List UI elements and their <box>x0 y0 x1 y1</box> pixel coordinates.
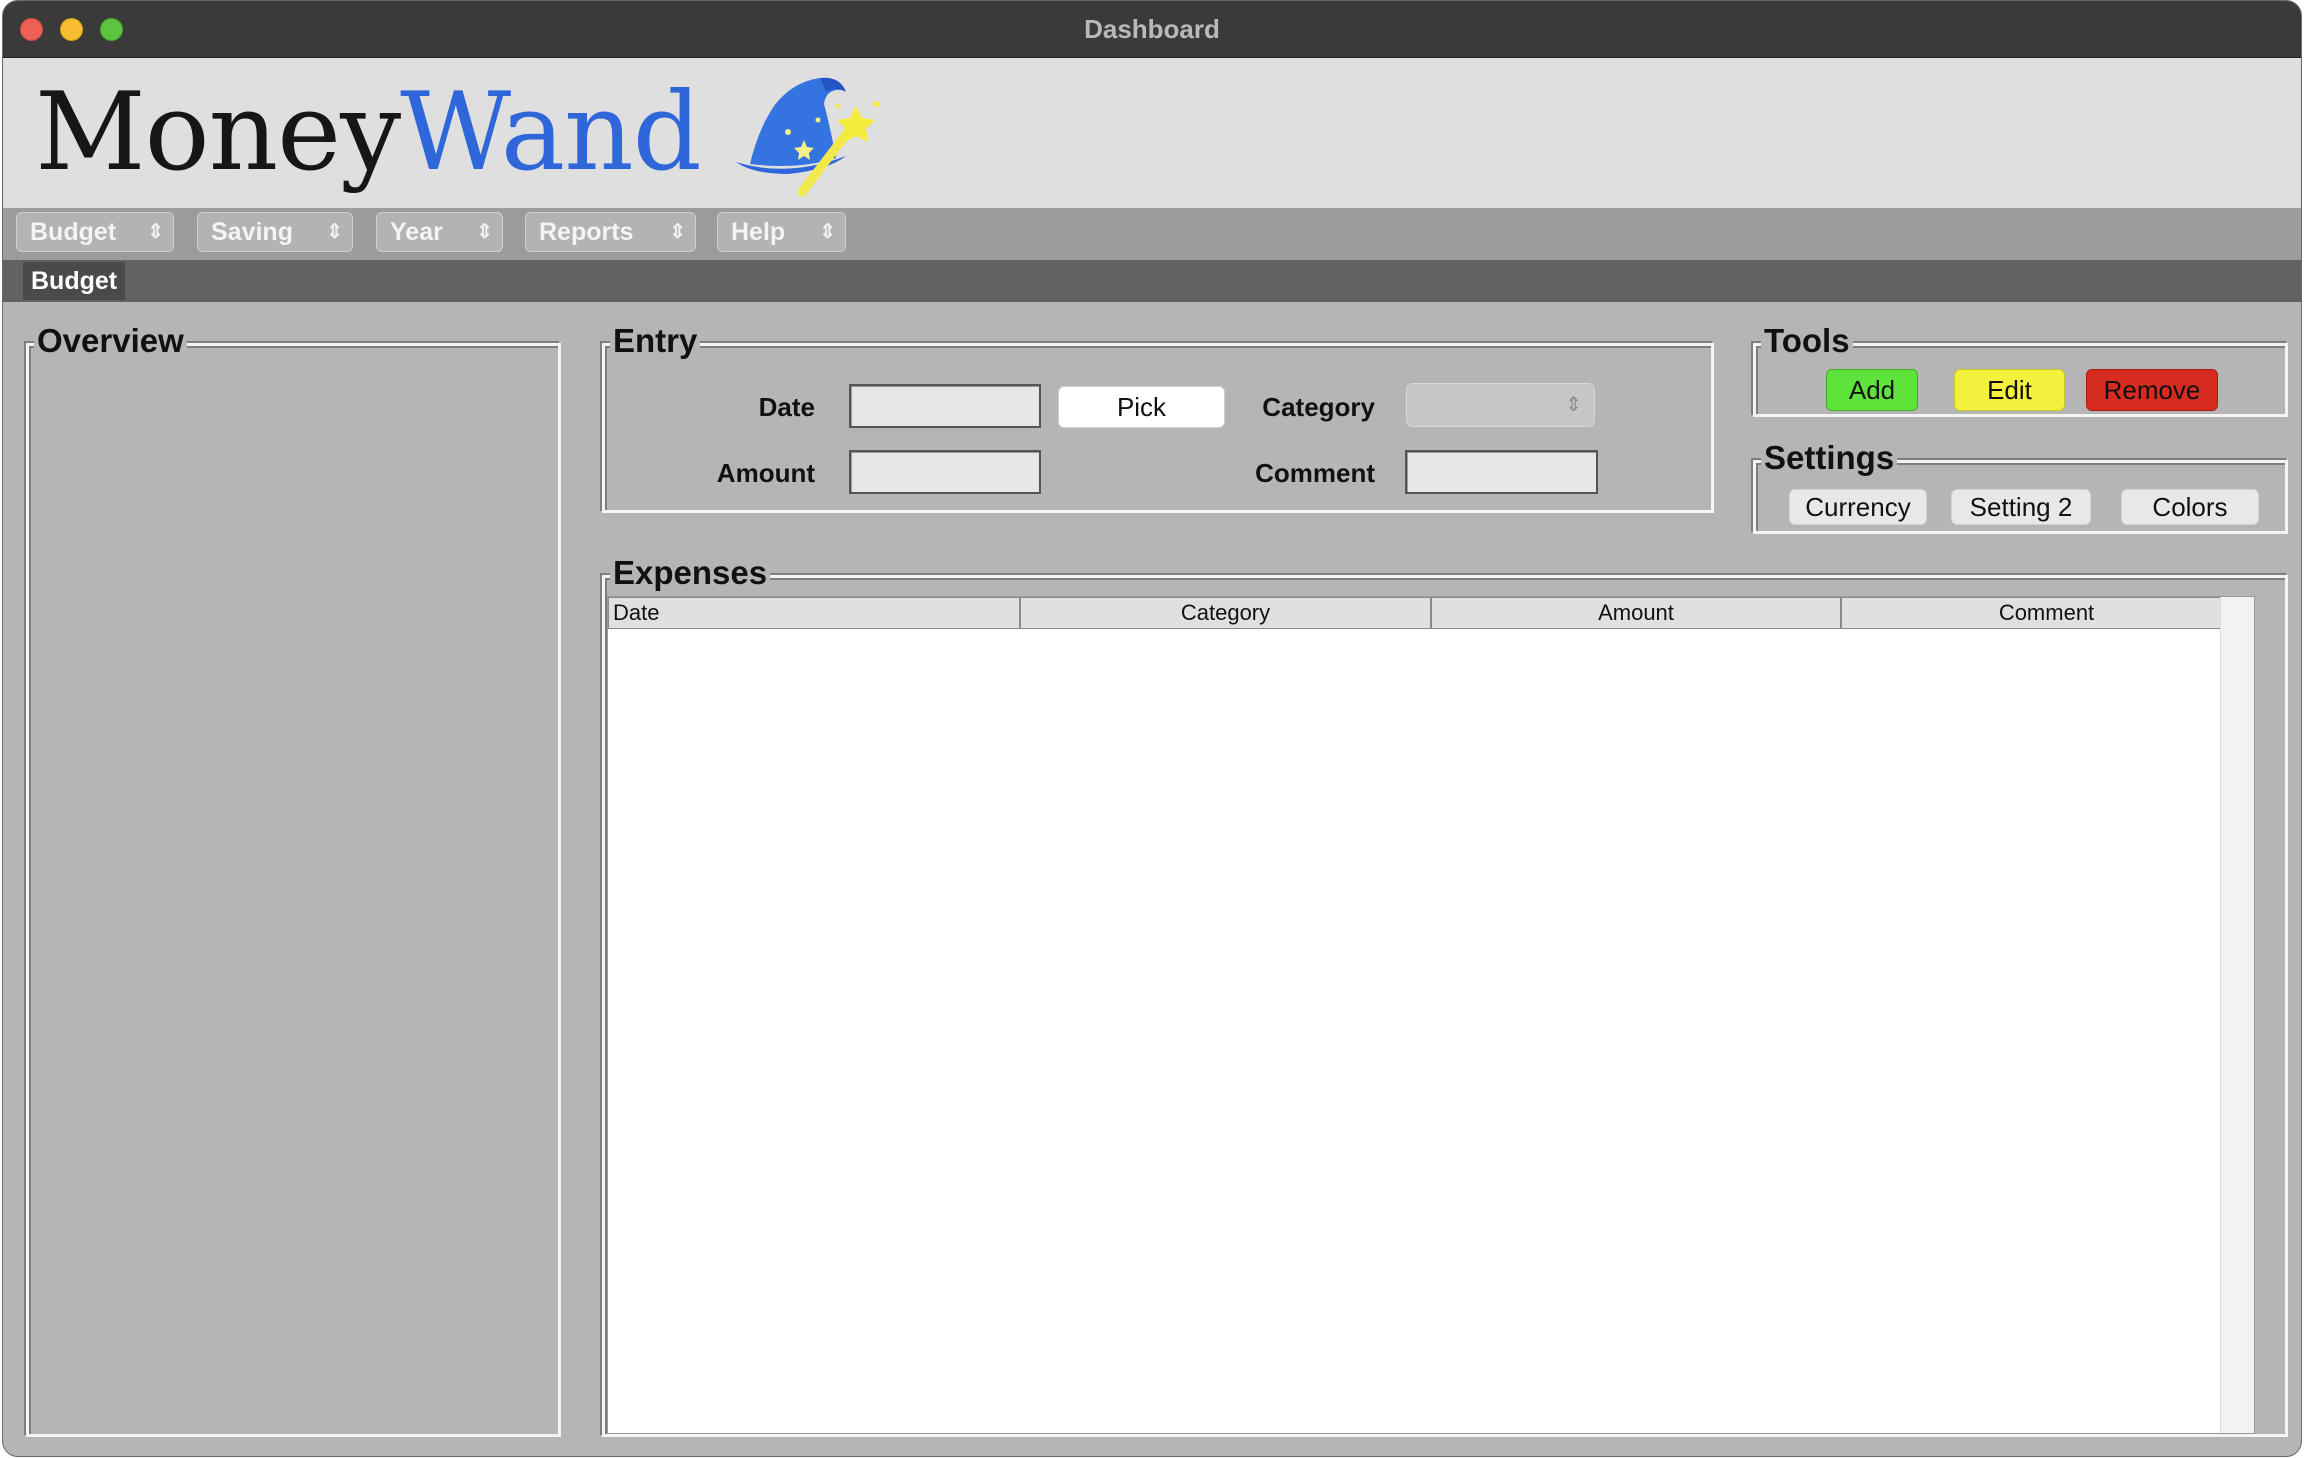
tools-panel: Tools Add Edit Remove <box>1753 323 2288 417</box>
column-header-comment[interactable]: Comment <box>1841 597 2252 629</box>
tools-title: Tools <box>1761 323 1853 359</box>
edit-button[interactable]: Edit <box>1954 369 2065 411</box>
up-down-chevron-icon: ⇕ <box>669 221 686 243</box>
menu-bar: Budget ⇕ Saving ⇕ Year ⇕ Reports ⇕ Help … <box>3 208 2301 260</box>
window-title: Dashboard <box>1084 14 1220 44</box>
comment-field[interactable] <box>1405 450 1598 494</box>
column-header-category[interactable]: Category <box>1020 597 1431 629</box>
menu-saving-label: Saving <box>211 218 293 246</box>
expenses-title: Expenses <box>610 555 771 591</box>
colors-button[interactable]: Colors <box>2121 489 2259 525</box>
category-select[interactable]: ⇕ <box>1406 383 1595 427</box>
pick-date-button[interactable]: Pick <box>1058 386 1225 428</box>
up-down-chevron-icon: ⇕ <box>147 221 164 243</box>
menu-saving[interactable]: Saving ⇕ <box>197 212 353 252</box>
tab-bar: Budget <box>3 260 2301 302</box>
column-header-date[interactable]: Date <box>608 597 1020 629</box>
remove-button[interactable]: Remove <box>2086 369 2218 411</box>
up-down-chevron-icon: ⇕ <box>819 221 836 243</box>
menu-budget[interactable]: Budget ⇕ <box>16 212 174 252</box>
column-header-amount[interactable]: Amount <box>1431 597 1841 629</box>
title-bar: Dashboard <box>3 1 2301 58</box>
date-label: Date <box>758 392 815 422</box>
settings-title: Settings <box>1761 440 1898 476</box>
expenses-table: Date Category Amount Comment <box>607 596 2255 1434</box>
date-field[interactable] <box>849 384 1041 428</box>
app-header: MoneyWand <box>3 58 2301 208</box>
entry-title: Entry <box>610 323 701 359</box>
overview-title: Overview <box>34 323 187 359</box>
menu-budget-label: Budget <box>30 218 117 246</box>
up-down-chevron-icon: ⇕ <box>1565 394 1582 416</box>
app-window: Dashboard MoneyWand Budget ⇕ Saving ⇕ Ye… <box>2 0 2302 1457</box>
up-down-chevron-icon: ⇕ <box>326 221 343 243</box>
wizard-hat-with-wand-icon <box>736 77 879 197</box>
amount-label: Amount <box>716 458 815 488</box>
table-scrollbar[interactable] <box>2220 597 2254 1433</box>
menu-help-label: Help <box>731 218 786 246</box>
logo-text-money: Money <box>35 70 401 195</box>
up-down-chevron-icon: ⇕ <box>476 221 493 243</box>
menu-year-label: Year <box>390 218 443 246</box>
category-label: Category <box>1262 392 1375 422</box>
logo-text-wand: Wand <box>400 70 702 195</box>
settings-panel: Settings Currency Setting 2 Colors <box>1753 440 2288 534</box>
add-button[interactable]: Add <box>1826 369 1918 411</box>
overview-panel: Overview <box>26 323 561 1437</box>
currency-button[interactable]: Currency <box>1789 489 1927 525</box>
menu-help[interactable]: Help ⇕ <box>717 212 846 252</box>
amount-field[interactable] <box>849 450 1041 494</box>
comment-label: Comment <box>1255 458 1375 488</box>
menu-year[interactable]: Year ⇕ <box>376 212 503 252</box>
tab-budget[interactable]: Budget <box>23 262 126 300</box>
entry-panel: Entry Date Pick Category ⇕ Amount Commen… <box>602 323 1714 513</box>
menu-reports[interactable]: Reports ⇕ <box>525 212 696 252</box>
setting-2-button[interactable]: Setting 2 <box>1951 489 2091 525</box>
menu-reports-label: Reports <box>539 218 634 246</box>
app-logo: MoneyWand <box>35 68 702 198</box>
table-header-row: Date Category Amount Comment <box>608 597 2256 629</box>
